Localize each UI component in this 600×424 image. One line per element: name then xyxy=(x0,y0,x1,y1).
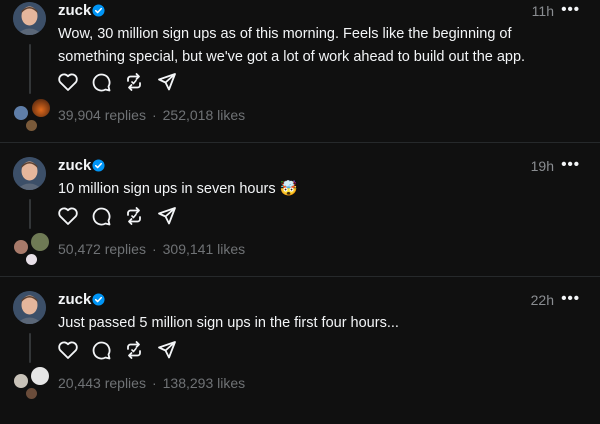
likes-count[interactable]: 309,141 likes xyxy=(163,241,246,257)
replier-avatar[interactable] xyxy=(31,233,49,251)
thread-line xyxy=(29,199,31,229)
likes-count[interactable]: 138,293 likes xyxy=(163,375,246,391)
comment-icon[interactable] xyxy=(90,205,112,227)
share-icon[interactable] xyxy=(156,71,178,93)
post-actions xyxy=(57,205,197,229)
username[interactable]: zuck xyxy=(58,2,91,19)
heart-icon[interactable] xyxy=(57,71,79,93)
post-stats: 39,904 replies · 252,018 likes xyxy=(58,107,245,123)
verified-badge-icon xyxy=(92,159,105,172)
thread-post-2[interactable]: zuck 19h ••• 10 million sign ups in seve… xyxy=(0,155,600,290)
replies-count[interactable]: 39,904 replies xyxy=(58,107,146,123)
replies-count[interactable]: 50,472 replies xyxy=(58,241,146,257)
repost-icon[interactable] xyxy=(123,339,145,361)
more-icon[interactable]: ••• xyxy=(561,290,580,307)
replier-avatar[interactable] xyxy=(14,240,28,254)
post-text: Just passed 5 million sign ups in the fi… xyxy=(58,315,399,331)
post-stats: 20,443 replies · 138,293 likes xyxy=(58,375,245,391)
stats-separator: · xyxy=(151,375,157,391)
post-actions xyxy=(57,71,197,95)
avatar[interactable] xyxy=(13,157,46,190)
more-icon[interactable]: ••• xyxy=(561,156,580,173)
post-stats: 50,472 replies · 309,141 likes xyxy=(58,241,245,257)
post-divider xyxy=(0,276,600,277)
repost-icon[interactable] xyxy=(123,205,145,227)
share-icon[interactable] xyxy=(156,205,178,227)
post-divider xyxy=(0,142,600,143)
post-text: Wow, 30 million sign ups as of this morn… xyxy=(58,26,526,65)
thread-line xyxy=(29,44,31,94)
verified-badge-icon xyxy=(92,293,105,306)
replier-avatar[interactable] xyxy=(14,374,28,388)
username[interactable]: zuck xyxy=(58,157,91,174)
post-text: 10 million sign ups in seven hours 🤯 xyxy=(58,181,298,197)
replier-avatar[interactable] xyxy=(26,120,37,131)
replier-avatar[interactable] xyxy=(31,367,49,385)
post-time[interactable]: 11h xyxy=(532,3,554,19)
thread-post-1[interactable]: zuck 11h ••• Wow, 30 million sign ups as… xyxy=(0,0,600,135)
thread-line xyxy=(29,333,31,363)
stats-separator: · xyxy=(151,241,157,257)
replies-count[interactable]: 20,443 replies xyxy=(58,375,146,391)
heart-icon[interactable] xyxy=(57,205,79,227)
verified-badge-icon xyxy=(92,4,105,17)
likes-count[interactable]: 252,018 likes xyxy=(163,107,246,123)
more-icon[interactable]: ••• xyxy=(561,1,580,18)
thread-post-3[interactable]: zuck 22h ••• Just passed 5 million sign … xyxy=(0,289,600,424)
avatar[interactable] xyxy=(13,291,46,324)
post-actions xyxy=(57,339,197,363)
avatar[interactable] xyxy=(13,2,46,35)
replier-avatar[interactable] xyxy=(14,106,28,120)
replier-avatar[interactable] xyxy=(26,388,37,399)
comment-icon[interactable] xyxy=(90,339,112,361)
heart-icon[interactable] xyxy=(57,339,79,361)
comment-icon[interactable] xyxy=(90,71,112,93)
replier-avatar[interactable] xyxy=(32,99,50,117)
repost-icon[interactable] xyxy=(123,71,145,93)
share-icon[interactable] xyxy=(156,339,178,361)
post-time[interactable]: 19h xyxy=(531,158,554,174)
post-time[interactable]: 22h xyxy=(531,292,554,308)
replier-avatar[interactable] xyxy=(26,254,37,265)
username[interactable]: zuck xyxy=(58,291,91,308)
stats-separator: · xyxy=(151,107,157,123)
